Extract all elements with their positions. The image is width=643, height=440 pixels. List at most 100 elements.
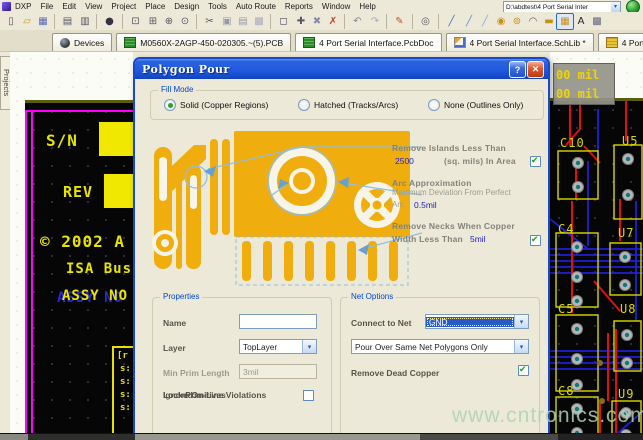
zoom-in-icon[interactable]: ⊕ bbox=[161, 14, 177, 29]
ref-des-u8: U8 bbox=[620, 302, 636, 316]
polygon-pour-dialog: Polygon Pour ? ✕ Fill Mode Solid (Copper… bbox=[133, 57, 550, 440]
ref-des-u7: U7 bbox=[618, 226, 634, 240]
menu-item[interactable]: Project bbox=[111, 2, 136, 11]
place-arc-icon[interactable]: ◠ bbox=[525, 14, 541, 29]
menu-item[interactable]: Reports bbox=[285, 2, 313, 11]
tab-uart-lib[interactable]: 4 Port UART and Line Drivers. bbox=[598, 33, 643, 51]
pcb-board-left[interactable]: S/N REV © 2002 A ISA Bus ASSY NO ASSY NO… bbox=[25, 100, 133, 440]
menu-item[interactable]: Help bbox=[359, 2, 375, 11]
tab-pcb-m0560x[interactable]: M0560X-2AGP-450-020305.~(5).PCB bbox=[116, 33, 291, 51]
radio-label: None (Outlines Only) bbox=[444, 100, 523, 110]
fill-mode-group: Fill Mode Solid (Copper Regions) Hatched… bbox=[150, 90, 544, 120]
redo-icon[interactable]: ↷ bbox=[367, 14, 383, 29]
help-button[interactable]: ? bbox=[509, 61, 526, 78]
min-prim-input: 3mil bbox=[239, 364, 317, 379]
fill-mode-option[interactable]: Hatched (Tracks/Arcs) bbox=[298, 99, 398, 111]
copy-icon[interactable]: ▣ bbox=[219, 14, 235, 29]
remove-dead-copper-checkbox[interactable] bbox=[518, 365, 529, 376]
islands-title: Remove Islands Less Than bbox=[392, 143, 544, 153]
menu-item[interactable]: File bbox=[40, 2, 53, 11]
paste-icon[interactable]: ▤ bbox=[235, 14, 251, 29]
copper-fill-rect bbox=[104, 174, 133, 208]
menu-item[interactable]: DXP bbox=[15, 2, 31, 11]
table-line: s: bbox=[120, 377, 133, 387]
dialog-title-bar[interactable]: Polygon Pour bbox=[135, 59, 548, 79]
interactive-routing-icon[interactable]: ✎ bbox=[386, 14, 409, 29]
radio-icon bbox=[164, 99, 176, 111]
select-area-icon[interactable]: ◻ bbox=[270, 14, 293, 29]
taskbar-sliver bbox=[0, 433, 643, 440]
table-head: [r bbox=[117, 351, 133, 361]
pour-over-combo[interactable]: Pour Over Same Net Polygons Only ▾ bbox=[351, 339, 529, 354]
table-line: s: bbox=[120, 390, 133, 400]
tab-icon bbox=[60, 38, 70, 48]
dxp-logo-icon bbox=[2, 2, 11, 11]
islands-suffix: (sq. mils) In Area bbox=[444, 156, 516, 166]
place-track-icon[interactable]: ╱ bbox=[438, 14, 461, 29]
tab-schlib[interactable]: 4 Port Serial Interface.SchLib * bbox=[446, 33, 594, 51]
min-prim-label: Min Prim Length bbox=[163, 368, 230, 378]
save-file-icon[interactable]: ▦ bbox=[35, 14, 51, 29]
devices-view-icon[interactable]: ● bbox=[96, 14, 119, 29]
necks-value[interactable]: 5mil bbox=[470, 234, 486, 244]
property-checkbox-row[interactable]: Ignore On-Line Violations bbox=[163, 390, 323, 403]
combo-dropdown-icon[interactable]: ▾ bbox=[611, 2, 620, 12]
place-component-icon[interactable]: ▩ bbox=[589, 14, 605, 29]
combo-dropdown-icon[interactable]: ▾ bbox=[302, 340, 316, 353]
combo-dropdown-icon[interactable]: ▾ bbox=[514, 340, 528, 353]
checkbox-label: Ignore On-Line Violations bbox=[163, 390, 266, 400]
layer-combo[interactable]: TopLayer ▾ bbox=[239, 339, 317, 354]
menu-item[interactable]: Auto Route bbox=[236, 2, 276, 11]
deselect-icon[interactable]: ✖ bbox=[309, 14, 325, 29]
name-label: Name bbox=[163, 318, 186, 328]
zoom-document-icon[interactable]: ⊡ bbox=[122, 14, 145, 29]
silkscreen-sn: S/N bbox=[46, 131, 78, 150]
menu-item[interactable]: Tools bbox=[208, 2, 227, 11]
tab-devices[interactable]: Devices bbox=[52, 33, 112, 51]
close-button[interactable]: ✕ bbox=[527, 61, 544, 78]
tab-icon bbox=[606, 37, 618, 48]
place-keepout-icon[interactable]: ╱ bbox=[461, 14, 477, 29]
zoom-area-icon[interactable]: ⊞ bbox=[145, 14, 161, 29]
checkbox-icon[interactable] bbox=[303, 390, 314, 401]
remove-dead-copper-label: Remove Dead Copper bbox=[351, 368, 439, 378]
move-object-icon[interactable]: ✚ bbox=[293, 14, 309, 29]
print-preview-icon[interactable]: ▥ bbox=[77, 14, 93, 29]
menu-item[interactable]: Design bbox=[174, 2, 199, 11]
place-pad-icon[interactable]: ◉ bbox=[493, 14, 509, 29]
ref-des-u5: U5 bbox=[622, 134, 638, 148]
tab-pcbdoc[interactable]: 4 Port Serial Interface.PcbDoc bbox=[295, 33, 441, 51]
zoom-out-icon[interactable]: ⊙ bbox=[177, 14, 193, 29]
fill-mode-option[interactable]: None (Outlines Only) bbox=[428, 99, 523, 111]
clear-filter-icon[interactable]: ✗ bbox=[325, 14, 341, 29]
menu-item[interactable]: View bbox=[85, 2, 102, 11]
place-via-icon[interactable]: ⊚ bbox=[509, 14, 525, 29]
arc-line: Maximum Deviation From Perfect bbox=[392, 188, 544, 197]
menu-item[interactable]: Place bbox=[145, 2, 165, 11]
find-similar-icon[interactable]: ◎ bbox=[412, 14, 435, 29]
arc-value[interactable]: 0.5mil bbox=[414, 200, 437, 210]
new-file-icon[interactable]: ▯ bbox=[3, 14, 19, 29]
menu-item[interactable]: Window bbox=[322, 2, 350, 11]
connect-to-net-combo[interactable]: GND ▾ bbox=[425, 314, 529, 329]
measure-line-1: 00 mil bbox=[556, 66, 614, 85]
cut-icon[interactable]: ✂ bbox=[196, 14, 219, 29]
layer-label: Layer bbox=[163, 343, 186, 353]
print-icon[interactable]: ▤ bbox=[54, 14, 77, 29]
tab-icon bbox=[124, 37, 136, 48]
name-input[interactable] bbox=[239, 314, 317, 329]
paste-array-icon[interactable]: ▩ bbox=[251, 14, 267, 29]
place-fill-icon[interactable]: ▬ bbox=[541, 14, 557, 29]
place-multilayer-icon[interactable]: ╱ bbox=[477, 14, 493, 29]
place-string-icon[interactable]: A bbox=[573, 14, 589, 29]
necks-checkbox[interactable] bbox=[530, 235, 541, 246]
islands-checkbox[interactable] bbox=[530, 156, 541, 167]
menu-item[interactable]: Edit bbox=[62, 2, 76, 11]
undo-icon[interactable]: ↶ bbox=[344, 14, 367, 29]
fill-mode-option[interactable]: Solid (Copper Regions) bbox=[164, 99, 268, 111]
place-polygon-icon[interactable]: ▦ bbox=[557, 14, 573, 29]
islands-value[interactable]: 2500 bbox=[395, 156, 414, 166]
combo-dropdown-icon[interactable]: ▾ bbox=[514, 315, 528, 328]
radio-icon bbox=[298, 99, 310, 111]
open-folder-icon[interactable]: ▱ bbox=[19, 14, 35, 29]
